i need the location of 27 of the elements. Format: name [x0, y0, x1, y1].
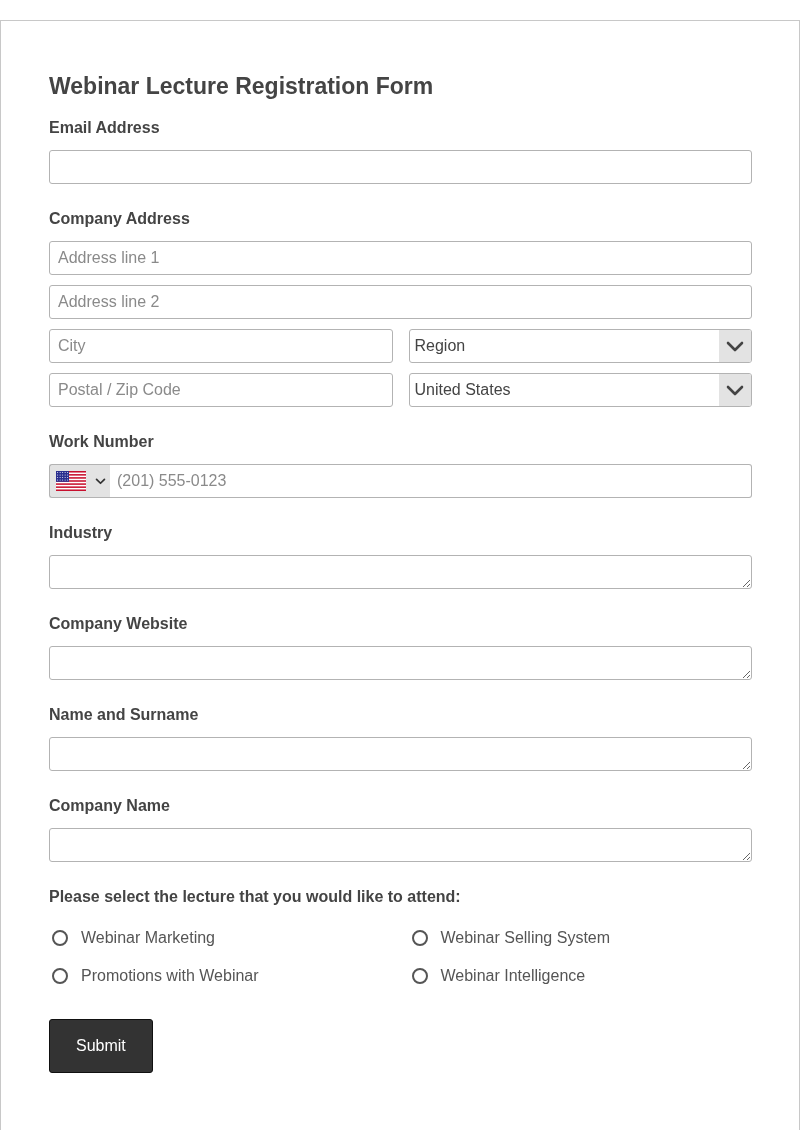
- chevron-icon: [719, 374, 751, 406]
- radio-button[interactable]: [411, 930, 428, 946]
- radio-button[interactable]: [52, 930, 68, 946]
- field-label: Company Name: [49, 796, 170, 816]
- text-field[interactable]: [49, 150, 752, 184]
- field-label: Work Number: [49, 432, 154, 452]
- address-line-field[interactable]: Address line 1: [49, 241, 752, 275]
- radio-button[interactable]: [52, 968, 68, 984]
- address-line-field[interactable]: Address line 2: [49, 285, 752, 319]
- radio-label[interactable]: Promotions with Webinar: [81, 966, 259, 986]
- field-label: Name and Surname: [49, 705, 199, 725]
- field-label: Email Address: [49, 118, 160, 138]
- question-label: Please select the lecture that you would like to attend:: [49, 887, 461, 907]
- postal-code-field[interactable]: Postal / Zip Code: [49, 373, 393, 407]
- radio-label[interactable]: Webinar Intelligence: [440, 966, 586, 986]
- submit-button[interactable]: Submit: [49, 1019, 153, 1073]
- field-label: Company Address: [49, 209, 190, 229]
- field-label: Industry: [49, 523, 113, 543]
- field-label: Company Website: [49, 614, 188, 634]
- radio-button[interactable]: [411, 968, 428, 984]
- region-select[interactable]: Region: [408, 329, 752, 363]
- radio-label[interactable]: Webinar Selling System: [440, 928, 611, 948]
- radio-label[interactable]: Webinar Marketing: [81, 928, 215, 948]
- chevron-icon: [719, 330, 751, 362]
- form-title: Webinar Lecture Registration Form: [49, 72, 434, 101]
- city-field[interactable]: City: [49, 329, 393, 363]
- country-select[interactable]: United States: [408, 373, 752, 407]
